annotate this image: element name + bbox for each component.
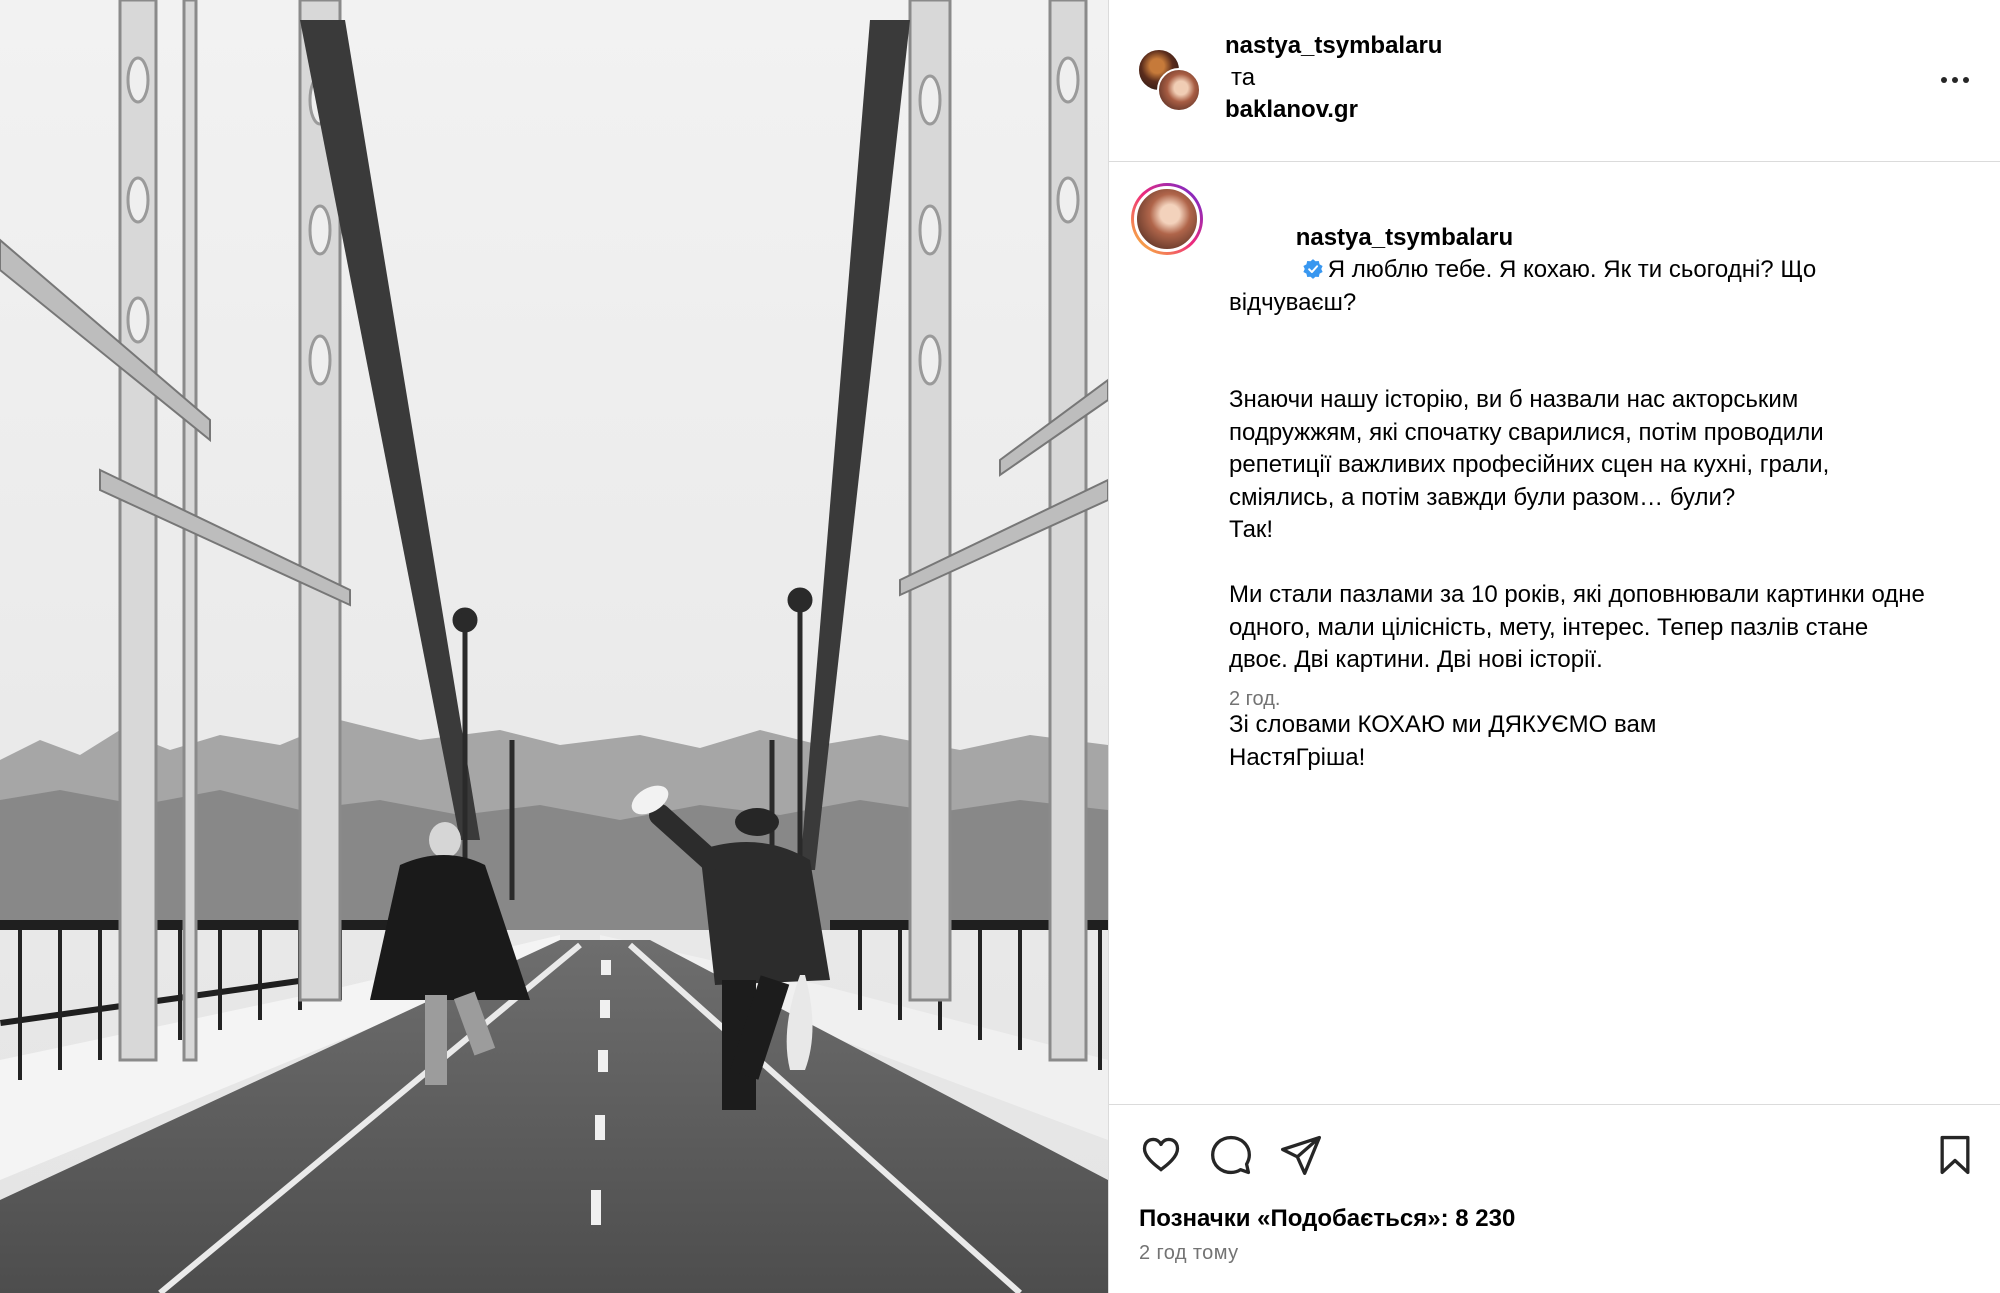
- header-username-link[interactable]: baklanov.gr: [1225, 94, 1442, 126]
- caption-avatar[interactable]: [1131, 183, 1203, 255]
- heart-icon[interactable]: [1137, 1131, 1185, 1179]
- collab-usernames: nastya_tsymbalaru та baklanov.gr: [1225, 30, 1442, 126]
- more-options-icon[interactable]: [1937, 62, 1973, 98]
- verified-badge-icon: [1303, 259, 1323, 279]
- post-actions: Позначки «Подобається»: 8 230 2 год тому: [1109, 1104, 2000, 1293]
- bridge-photo-illustration: [0, 0, 1108, 1293]
- post-header: nastya_tsymbalaru та baklanov.gr: [1109, 0, 2000, 162]
- caption-paragraph: Ми стали пазлами за 10 років, які доповн…: [1229, 581, 1932, 673]
- post-caption: nastya_tsymbalaru Я люблю тебе. Я кохаю.…: [1109, 163, 2000, 1103]
- likes-count[interactable]: Позначки «Подобається»: 8 230: [1139, 1205, 1515, 1233]
- caption-text: nastya_tsymbalaru Я люблю тебе. Я кохаю.…: [1229, 189, 1929, 774]
- caption-username-link[interactable]: nastya_tsymbalaru: [1296, 224, 1513, 251]
- instagram-post: nastya_tsymbalaru та baklanov.gr nastya_…: [0, 0, 2000, 1293]
- avatar[interactable]: [1157, 68, 1201, 112]
- paper-plane-icon[interactable]: [1277, 1131, 1325, 1179]
- post-side-panel: nastya_tsymbalaru та baklanov.gr nastya_…: [1108, 0, 2000, 1293]
- post-age[interactable]: 2 год тому: [1139, 1242, 1238, 1265]
- collab-avatars[interactable]: [1137, 48, 1201, 112]
- post-photo[interactable]: [0, 0, 1108, 1293]
- bookmark-icon[interactable]: [1931, 1131, 1979, 1179]
- caption-timestamp[interactable]: 2 год.: [1229, 688, 1280, 711]
- caption-paragraph: Зі словами КОХАЮ ми ДЯКУЄМО вам НастяГрі…: [1229, 711, 1657, 771]
- header-joiner: та: [1231, 64, 1256, 91]
- header-username-link[interactable]: nastya_tsymbalaru: [1225, 30, 1442, 62]
- caption-paragraph: Знаючи нашу історію, ви б назвали нас ак…: [1229, 386, 1830, 543]
- comment-icon[interactable]: [1207, 1131, 1255, 1179]
